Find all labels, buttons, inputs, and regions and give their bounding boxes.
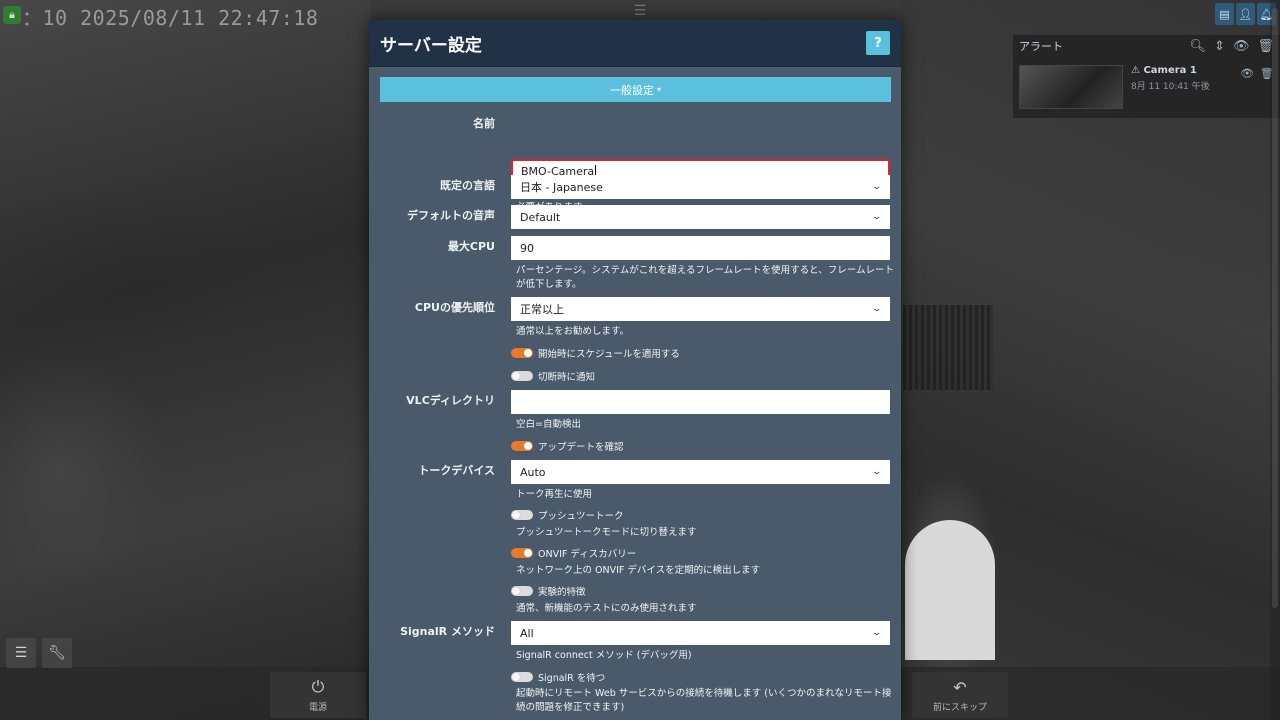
onvif-toggle[interactable] (511, 548, 533, 558)
cpu-priority-select[interactable]: 正常以上 ⌄ (511, 297, 890, 321)
sliders-icon[interactable]: ☰ (6, 638, 36, 668)
alerts-title: アラート (1019, 40, 1063, 53)
scrollbar[interactable] (1270, 0, 1280, 720)
onvif-toggle-row[interactable]: ONVIF ディスカバリー (511, 546, 636, 560)
max-cpu-help: パーセンテージ。システムがこれを超えるフレームレートを使用すると、フレームレート… (516, 265, 895, 290)
skip-back-button[interactable]: ↶ 前にスキップ (912, 672, 1008, 718)
power-button[interactable]: ⏻ 電源 (270, 672, 366, 718)
signalr-method-help: SignalR connect メソッド (デバッグ用) (516, 650, 692, 661)
notify-disconnect-label: 切断時に通知 (538, 372, 596, 383)
alert-item[interactable]: ⚠ Camera 1 8月 11 10:41 午後 👁︎ 🗑︎ (1013, 57, 1280, 117)
onvif-label: ONVIF ディスカバリー (538, 549, 637, 560)
apply-schedule-label: 開始時にスケジュールを適用する (538, 349, 680, 360)
signalr-wait-label: SignalR を待つ (538, 673, 606, 684)
alerts-panel: アラート 🔍︎ ⇕ 👁︎ 🗑︎ ⚠ Camera 1 8月 11 10:41 午… (1013, 35, 1280, 118)
signalr-wait-toggle[interactable] (511, 672, 533, 682)
signalr-method-select[interactable]: All ⌄ (511, 621, 890, 645)
signalr-method-label: SignalR メソッド (400, 625, 495, 638)
sort-icon[interactable]: ⇕ (1214, 39, 1225, 54)
push-to-talk-toggle[interactable] (511, 510, 533, 520)
vlc-dir-label: VLCディレクトリ (406, 394, 495, 407)
check-updates-label: アップデートを確認 (538, 442, 624, 453)
search-icon[interactable]: 🔍︎ (1190, 39, 1207, 54)
alert-camera-name: ⚠ Camera 1 (1131, 65, 1197, 76)
camera-feed-detail (903, 305, 993, 390)
camera-feed-detail (905, 520, 995, 660)
push-to-talk-label: プッシュツートーク (538, 511, 624, 522)
alert-time: 8月 11 10:41 午後 (1131, 82, 1210, 92)
vlc-dir-help: 空白=自動検出 (516, 419, 581, 430)
cpu-priority-help: 通常以上をお勧めします。 (516, 326, 630, 337)
experimental-help: 通常、新機能のテストにのみ使用されます (516, 603, 697, 614)
lock-icon[interactable]: 🔒︎ (3, 6, 21, 24)
power-label: 電源 (308, 703, 327, 713)
chevron-down-icon: ⌄ (871, 628, 883, 638)
audio-select[interactable]: Default ⌄ (511, 205, 890, 229)
talk-device-select[interactable]: Auto ⌄ (511, 460, 890, 484)
chevron-down-icon: ⌄ (871, 212, 883, 222)
chevron-down-icon: ⌄ (871, 182, 883, 192)
alerts-header: アラート 🔍︎ ⇕ 👁︎ 🗑︎ (1013, 35, 1280, 57)
top-right-toolbar: ▤ 👤︎ 🔔︎ (1215, 3, 1276, 25)
apply-schedule-toggle[interactable] (511, 348, 533, 358)
undo-icon: ↶ (953, 677, 967, 697)
layout-icon[interactable]: ▤ (1215, 3, 1234, 25)
notify-disconnect-toggle-row[interactable]: 切断時に通知 (511, 369, 595, 383)
signalr-wait-help: 起動時にリモート Web サービスからの接続を待機します (いくつかのまれなリモ… (516, 688, 892, 713)
experimental-toggle-row[interactable]: 実験的特徴 (511, 584, 586, 598)
experimental-label: 実験的特徴 (538, 587, 586, 598)
eye-icon[interactable]: 👁︎ (1240, 67, 1254, 80)
max-cpu-label: 最大CPU (447, 240, 495, 253)
chevron-down-icon: ⌄ (871, 304, 883, 314)
push-to-talk-help: プッシュツートークモードに切り替えます (516, 527, 697, 538)
check-updates-toggle[interactable] (511, 441, 533, 451)
camera-timestamp: ：10 2025/08/11 22:47:18 (22, 6, 319, 30)
language-select[interactable]: 日本 - Japanese ⌄ (511, 175, 890, 199)
talk-device-help: トーク再生に使用 (516, 489, 593, 500)
audio-label: デフォルトの音声 (407, 209, 495, 222)
power-icon: ⏻ (311, 677, 325, 696)
talk-device-label: トークデバイス (418, 464, 495, 477)
onvif-help: ネットワーク上の ONVIF デバイスを定期的に検出します (516, 565, 761, 576)
eye-icon[interactable]: 👁︎ (1233, 39, 1250, 54)
apply-schedule-toggle-row[interactable]: 開始時にスケジュールを適用する (511, 346, 680, 360)
user-icon[interactable]: 👤︎ (1236, 3, 1255, 25)
experimental-toggle[interactable] (511, 586, 533, 596)
skip-back-label: 前にスキップ (932, 702, 987, 713)
push-to-talk-toggle-row[interactable]: プッシュツートーク (511, 508, 624, 522)
notify-disconnect-toggle[interactable] (511, 371, 533, 381)
check-updates-toggle-row[interactable]: アップデートを確認 (511, 439, 624, 453)
vlc-dir-input[interactable] (511, 390, 890, 414)
signalr-wait-toggle-row[interactable]: SignalR を待つ (511, 670, 605, 684)
chevron-down-icon: ⌄ (871, 467, 883, 477)
language-label: 既定の言語 (440, 179, 495, 192)
wrench-icon[interactable]: 🔧︎ (42, 638, 72, 668)
max-cpu-input[interactable]: 90 (511, 236, 890, 260)
cpu-priority-label: CPUの優先順位 (414, 301, 495, 314)
alert-thumbnail[interactable] (1019, 65, 1123, 109)
